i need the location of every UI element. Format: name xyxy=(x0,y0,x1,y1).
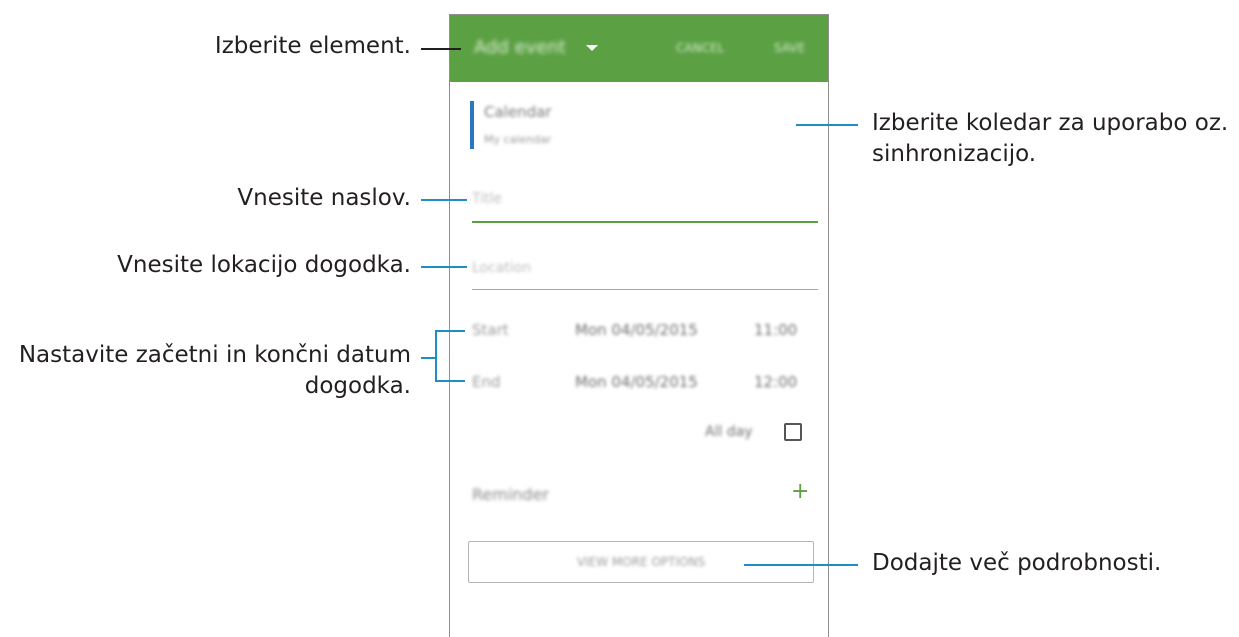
event-type-selector[interactable]: Add event xyxy=(474,37,566,58)
end-label: End xyxy=(472,373,501,391)
callout-select-calendar-text-2: sinhronizacijo. xyxy=(872,141,1037,168)
leader-line-select-item xyxy=(421,48,461,50)
cancel-button[interactable]: CANCEL xyxy=(676,41,724,55)
calendar-selector[interactable]: Calendar xyxy=(484,103,551,121)
all-day-checkbox[interactable] xyxy=(784,423,802,441)
reminder-label: Reminder xyxy=(472,485,549,504)
view-more-options-label: VIEW MORE OPTIONS xyxy=(576,555,706,569)
callout-enter-location: Vnesite lokacijo dogodka. xyxy=(117,250,411,281)
leader-line-location xyxy=(421,266,467,268)
leader-line-more-options xyxy=(744,564,858,566)
bracket-bottom-arm xyxy=(435,380,465,382)
phone-screen: Add event CANCEL SAVE Calendar My calend… xyxy=(449,14,829,637)
location-input[interactable]: Location xyxy=(472,260,818,276)
title-input[interactable]: Title xyxy=(472,191,818,207)
callout-set-dates-text: Nastavite začetni in končni datum xyxy=(18,342,411,368)
bracket-dates xyxy=(435,330,437,382)
callout-enter-title: Vnesite naslov. xyxy=(237,183,411,214)
leader-line-title xyxy=(421,199,467,201)
calendar-value[interactable]: My calendar xyxy=(484,133,551,146)
save-button[interactable]: SAVE xyxy=(774,41,805,55)
callout-add-details-text: Dodajte več podrobnosti. xyxy=(872,550,1162,576)
callout-set-dates: Nastavite začetni in končni datum dogodk… xyxy=(19,340,411,402)
chevron-down-icon[interactable] xyxy=(586,45,598,51)
location-underline xyxy=(472,289,818,290)
callout-set-dates-text-2: dogodka. xyxy=(304,373,411,400)
end-date[interactable]: Mon 04/05/2015 xyxy=(575,373,698,391)
calendar-color-bar xyxy=(470,101,474,149)
start-date[interactable]: Mon 04/05/2015 xyxy=(575,321,698,339)
all-day-label: All day xyxy=(705,424,753,440)
title-underline xyxy=(472,221,818,223)
callout-select-calendar-text: Izberite koledar za uporabo oz. xyxy=(872,110,1229,136)
end-time[interactable]: 12:00 xyxy=(754,373,797,391)
view-more-options-button[interactable]: VIEW MORE OPTIONS xyxy=(468,541,814,583)
bracket-top-arm xyxy=(435,330,465,332)
callout-enter-location-text: Vnesite lokacijo dogodka. xyxy=(117,252,411,278)
callout-select-item-text: Izberite element. xyxy=(214,33,411,59)
leader-line-calendar xyxy=(796,124,858,126)
callout-select-calendar: Izberite koledar za uporabo oz. sinhroni… xyxy=(872,108,1228,170)
leader-line-dates xyxy=(421,357,435,359)
callout-enter-title-text: Vnesite naslov. xyxy=(237,185,411,211)
start-time[interactable]: 11:00 xyxy=(754,321,797,339)
start-label: Start xyxy=(472,321,509,339)
callout-add-details: Dodajte več podrobnosti. xyxy=(872,548,1161,579)
app-bar: Add event CANCEL SAVE xyxy=(450,15,828,82)
callout-select-item: Izberite element. xyxy=(215,31,411,62)
plus-icon[interactable]: + xyxy=(791,481,809,503)
